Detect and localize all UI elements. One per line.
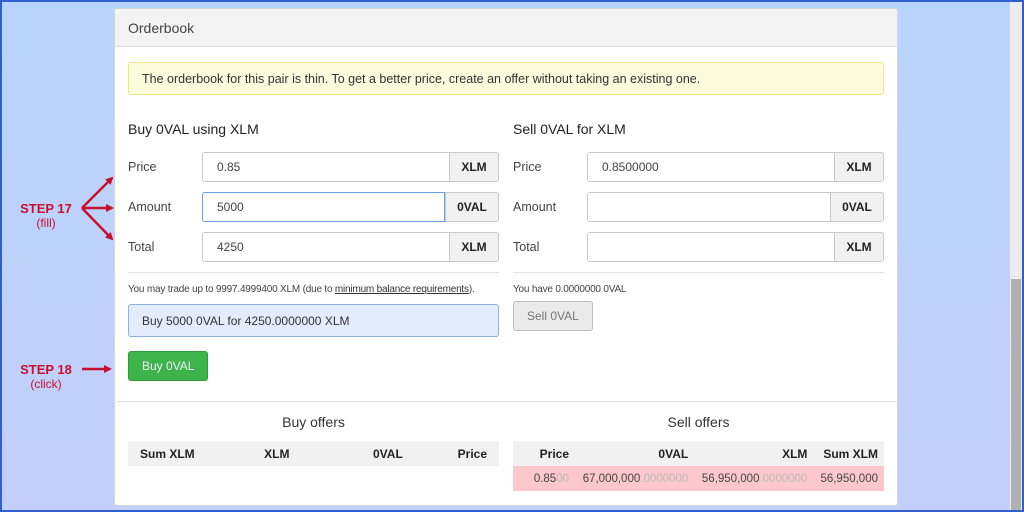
- step18-action: (click): [30, 377, 62, 391]
- sell-amount-row: Amount 0VAL: [513, 192, 884, 222]
- col-price: Price: [539, 446, 569, 461]
- sell-0val-button[interactable]: Sell 0VAL: [513, 301, 593, 331]
- buy-offers-header: Sum XLM XLM 0VAL Price: [128, 441, 499, 466]
- col-sum-xlm: Sum XLM: [823, 446, 878, 461]
- trade-limit-note: You may trade up to 9997.4999400 XLM (du…: [128, 284, 499, 295]
- sell-amount-input[interactable]: [587, 192, 830, 222]
- sell-form-heading: Sell 0VAL for XLM: [513, 121, 626, 137]
- sell-offers-table: Price 0VAL XLM Sum XLM 0.8500 67,000,000…: [513, 441, 884, 491]
- minimum-balance-link[interactable]: minimum balance requirements: [335, 284, 469, 295]
- step18-annotation: STEP 18 (click): [10, 362, 82, 391]
- sell-offer-row[interactable]: 0.8500 67,000,000.0000000 56,950,000.000…: [513, 466, 884, 491]
- buy-total-unit: XLM: [449, 232, 499, 262]
- offer-xlm: 56,950,000.0000000: [701, 472, 808, 485]
- buy-amount-input[interactable]: [202, 192, 445, 222]
- annotation-arrows: [81, 176, 114, 373]
- sell-offers-header: Price 0VAL XLM Sum XLM: [513, 441, 884, 466]
- buy-price-unit: XLM: [449, 152, 499, 182]
- buy-total-label: Total: [128, 240, 155, 254]
- col-xlm: XLM: [264, 446, 290, 461]
- step17-arrows: [81, 176, 114, 241]
- thin-orderbook-notice: The orderbook for this pair is thin. To …: [128, 62, 884, 95]
- sell-price-row: Price XLM: [513, 152, 884, 182]
- sell-price-unit: XLM: [834, 152, 884, 182]
- arrow-to-price-icon: [81, 176, 114, 209]
- sell-amount-label: Amount: [513, 200, 557, 214]
- panel-title: Orderbook: [115, 9, 897, 47]
- col-xlm: XLM: [782, 446, 808, 461]
- step17-action: (fill): [36, 216, 56, 230]
- col-sum-xlm: Sum XLM: [140, 446, 195, 461]
- buy-summary: Buy 5000 0VAL for 4250.0000000 XLM: [128, 304, 499, 337]
- sell-amount-unit: 0VAL: [830, 192, 884, 222]
- buy-price-label: Price: [128, 160, 157, 174]
- buy-form-heading: Buy 0VAL using XLM: [128, 121, 259, 137]
- vertical-scrollbar[interactable]: [1010, 2, 1022, 510]
- col-0val: 0VAL: [658, 446, 689, 461]
- buy-offers-title: Buy offers: [282, 414, 345, 430]
- sell-offers: Sell offers Price 0VAL XLM Sum XLM 0.850…: [513, 411, 884, 491]
- trade-note-prefix: You may trade up to 9997.4999400 XLM (du…: [128, 284, 335, 295]
- sell-offers-title: Sell offers: [667, 414, 730, 430]
- buy-0val-button[interactable]: Buy 0VAL: [128, 351, 209, 381]
- step17-annotation: STEP 17 (fill): [10, 201, 82, 230]
- sell-price-label: Price: [513, 160, 542, 174]
- buy-offers-table: Sum XLM XLM 0VAL Price: [128, 441, 499, 466]
- sell-form-divider: [513, 272, 884, 273]
- offer-0val: 67,000,000.0000000: [582, 472, 689, 485]
- offers-divider: [115, 401, 897, 402]
- buy-amount-label: Amount: [128, 200, 172, 214]
- col-price: Price: [457, 446, 487, 461]
- trade-note-suffix: ).: [468, 284, 475, 295]
- buy-price-row: Price XLM: [128, 152, 499, 182]
- step17-label: STEP 17: [20, 201, 72, 216]
- sell-price-input[interactable]: [587, 152, 834, 182]
- arrow-to-total-icon: [81, 207, 114, 241]
- sell-total-row: Total XLM: [513, 232, 884, 262]
- buy-form-divider: [128, 272, 499, 273]
- buy-amount-unit: 0VAL: [445, 192, 499, 222]
- offer-sum-xlm: 56,950,000: [820, 472, 878, 485]
- scrollbar-thumb[interactable]: [1011, 279, 1021, 510]
- buy-total-row: Total XLM: [128, 232, 499, 262]
- sell-form: Sell 0VAL for XLM Price XLM Amount 0VAL …: [513, 114, 884, 331]
- sell-total-unit: XLM: [834, 232, 884, 262]
- buy-total-input[interactable]: [202, 232, 449, 262]
- offer-price: 0.8500: [533, 472, 569, 485]
- orderbook-panel: Orderbook The orderbook for this pair is…: [114, 8, 898, 506]
- buy-amount-row: Amount 0VAL: [128, 192, 499, 222]
- sell-total-input[interactable]: [587, 232, 834, 262]
- buy-offers: Buy offers Sum XLM XLM 0VAL Price: [128, 411, 499, 466]
- balance-note: You have 0.0000000 0VAL: [513, 284, 627, 295]
- buy-form: Buy 0VAL using XLM Price XLM Amount 0VAL…: [128, 114, 499, 381]
- col-0val: 0VAL: [373, 446, 403, 461]
- sell-total-label: Total: [513, 240, 540, 254]
- step18-label: STEP 18: [20, 362, 72, 377]
- buy-price-input[interactable]: [202, 152, 449, 182]
